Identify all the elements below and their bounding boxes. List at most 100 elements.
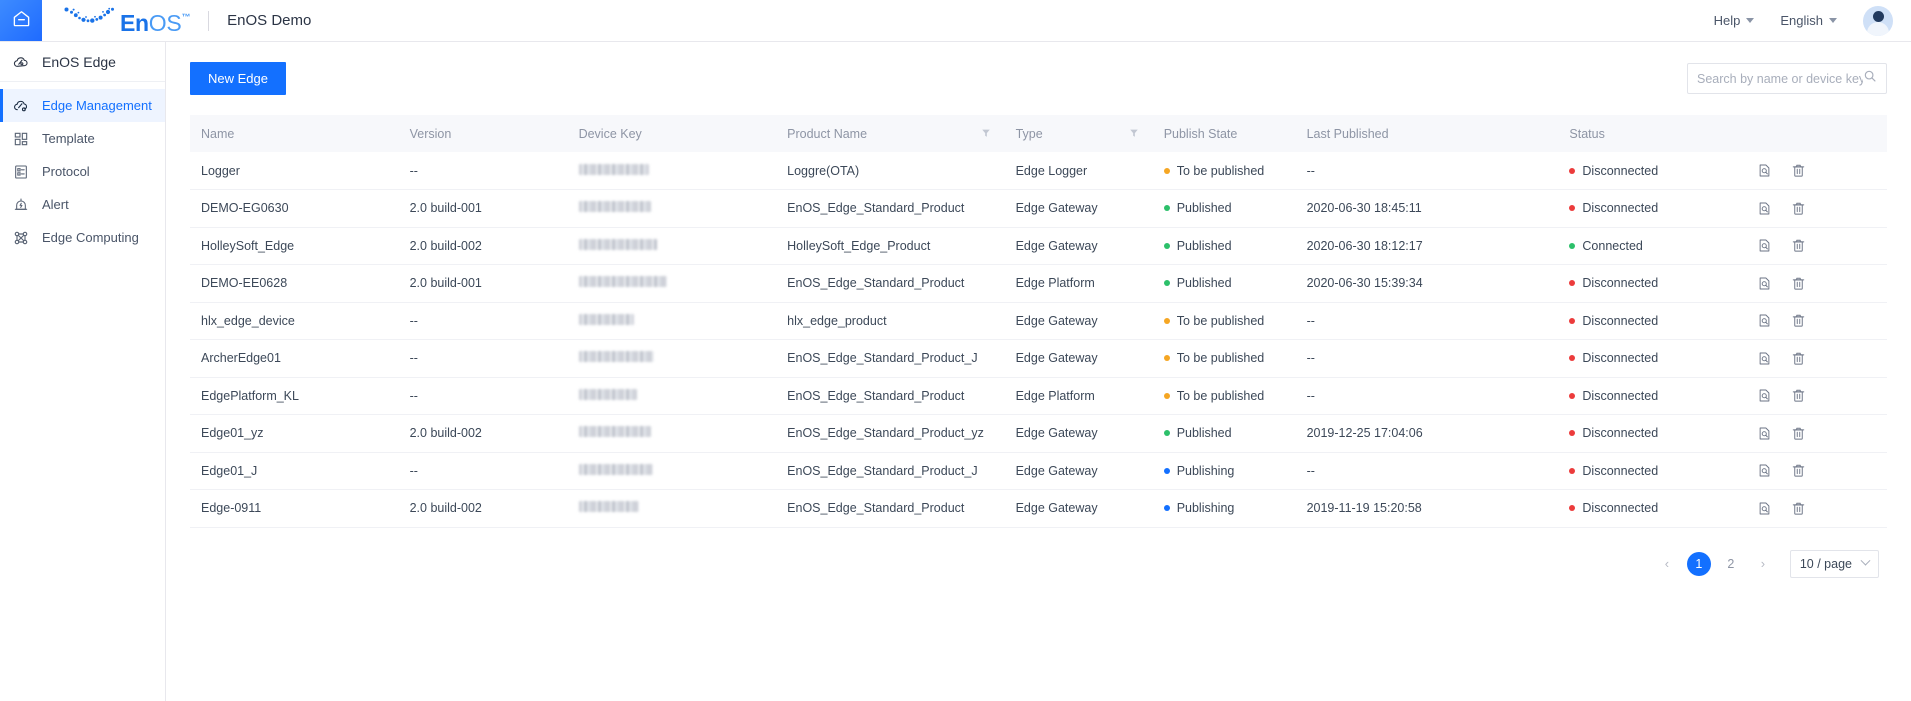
table-header: Name Version Device Key Product Name — [190, 115, 1887, 152]
delete-trash-icon[interactable] — [1791, 426, 1806, 441]
cell-device-key — [568, 340, 777, 378]
column-header-status[interactable]: Status — [1558, 115, 1746, 152]
view-detail-icon[interactable] — [1757, 201, 1772, 216]
edge-computing-icon — [13, 230, 29, 246]
sidebar-item-alert[interactable]: Alert — [0, 188, 165, 221]
top-bar-right: Help English — [1714, 0, 1911, 41]
search-box[interactable] — [1687, 63, 1887, 94]
enos-logo[interactable]: EnOS™ — [64, 7, 190, 35]
cell-actions — [1746, 377, 1887, 415]
view-detail-icon[interactable] — [1757, 276, 1772, 291]
table-row[interactable]: DEMO-EG06302.0 build-001EnOS_Edge_Standa… — [190, 190, 1887, 228]
sidebar-item-edge-management[interactable]: Edge Management — [0, 89, 165, 122]
sidebar-item-protocol[interactable]: Protocol — [0, 155, 165, 188]
cell-publish-state: Published — [1153, 265, 1296, 303]
column-header-name[interactable]: Name — [190, 115, 399, 152]
table-row[interactable]: Edge01_yz2.0 build-002EnOS_Edge_Standard… — [190, 415, 1887, 453]
column-label: Status — [1569, 127, 1604, 141]
pagination-next[interactable]: › — [1751, 552, 1775, 576]
table-row[interactable]: DEMO-EE06282.0 build-001EnOS_Edge_Standa… — [190, 265, 1887, 303]
table-row[interactable]: Edge-09112.0 build-002EnOS_Edge_Standard… — [190, 490, 1887, 528]
home-button[interactable] — [0, 0, 42, 41]
table-row[interactable]: Logger--Loggre(OTA)Edge LoggerTo be publ… — [190, 152, 1887, 190]
cell-actions — [1746, 302, 1887, 340]
publish-state-dot — [1164, 355, 1170, 361]
view-detail-icon[interactable] — [1757, 463, 1772, 478]
table-row[interactable]: hlx_edge_device--hlx_edge_productEdge Ga… — [190, 302, 1887, 340]
cell-publish-state: To be published — [1153, 152, 1296, 190]
sidebar-item-edge-computing[interactable]: Edge Computing — [0, 221, 165, 254]
column-header-product-name[interactable]: Product Name — [776, 115, 1004, 152]
cell-actions — [1746, 415, 1887, 453]
delete-trash-icon[interactable] — [1791, 163, 1806, 178]
filter-funnel-icon[interactable] — [1129, 127, 1139, 141]
device-key-redacted — [579, 389, 637, 400]
delete-trash-icon[interactable] — [1791, 501, 1806, 516]
view-detail-icon[interactable] — [1757, 163, 1772, 178]
view-detail-icon[interactable] — [1757, 313, 1772, 328]
view-detail-icon[interactable] — [1757, 238, 1772, 253]
publish-state-dot — [1164, 468, 1170, 474]
delete-trash-icon[interactable] — [1791, 351, 1806, 366]
filter-funnel-icon[interactable] — [981, 127, 991, 141]
cell-actions — [1746, 490, 1887, 528]
new-edge-button[interactable]: New Edge — [190, 62, 286, 95]
cell-type: Edge Gateway — [1005, 340, 1153, 378]
search-input[interactable] — [1697, 72, 1863, 86]
cell-name: Edge01_J — [190, 452, 399, 490]
view-detail-icon[interactable] — [1757, 351, 1772, 366]
device-key-redacted — [579, 201, 651, 212]
column-header-version[interactable]: Version — [399, 115, 568, 152]
table-row[interactable]: Edge01_J--EnOS_Edge_Standard_Product_JEd… — [190, 452, 1887, 490]
view-detail-icon[interactable] — [1757, 388, 1772, 403]
table-row[interactable]: HolleySoft_Edge2.0 build-002HolleySoft_E… — [190, 227, 1887, 265]
delete-trash-icon[interactable] — [1791, 238, 1806, 253]
logo-text-en: En — [120, 12, 149, 35]
cell-type: Edge Gateway — [1005, 452, 1153, 490]
delete-trash-icon[interactable] — [1791, 313, 1806, 328]
search-icon[interactable] — [1863, 69, 1877, 88]
cell-name: HolleySoft_Edge — [190, 227, 399, 265]
delete-trash-icon[interactable] — [1791, 276, 1806, 291]
column-header-last-published[interactable]: Last Published — [1296, 115, 1559, 152]
delete-trash-icon[interactable] — [1791, 201, 1806, 216]
publish-state-dot — [1164, 393, 1170, 399]
column-header-device-key[interactable]: Device Key — [568, 115, 777, 152]
enos-logo-dots-icon — [64, 7, 116, 33]
cell-product-name: hlx_edge_product — [776, 302, 1004, 340]
top-bar: EnOS™ EnOS Demo Help English — [0, 0, 1911, 42]
cell-name: hlx_edge_device — [190, 302, 399, 340]
pagination-page-1[interactable]: 1 — [1687, 552, 1711, 576]
cell-last-published: 2019-11-19 15:20:58 — [1296, 490, 1559, 528]
cell-version: 2.0 build-001 — [399, 190, 568, 228]
view-detail-icon[interactable] — [1757, 501, 1772, 516]
pagination-prev[interactable]: ‹ — [1655, 552, 1679, 576]
delete-trash-icon[interactable] — [1791, 463, 1806, 478]
edge-table: Name Version Device Key Product Name — [190, 115, 1887, 528]
cell-name: DEMO-EE0628 — [190, 265, 399, 303]
cell-type: Edge Platform — [1005, 265, 1153, 303]
column-label: Version — [410, 127, 452, 141]
sidebar-item-template[interactable]: Template — [0, 122, 165, 155]
page-size-select[interactable]: 10 / page — [1790, 550, 1879, 578]
delete-trash-icon[interactable] — [1791, 388, 1806, 403]
column-header-type[interactable]: Type — [1005, 115, 1153, 152]
cell-device-key — [568, 190, 777, 228]
protocol-list-icon — [13, 164, 29, 180]
cell-version: -- — [399, 377, 568, 415]
cell-product-name: HolleySoft_Edge_Product — [776, 227, 1004, 265]
help-menu[interactable]: Help — [1714, 13, 1755, 28]
column-header-publish-state[interactable]: Publish State — [1153, 115, 1296, 152]
avatar[interactable] — [1863, 6, 1893, 36]
cell-name: Logger — [190, 152, 399, 190]
cell-status: Disconnected — [1558, 340, 1746, 378]
status-dot — [1569, 393, 1575, 399]
cell-actions — [1746, 340, 1887, 378]
cell-device-key — [568, 452, 777, 490]
table-row[interactable]: EdgePlatform_KL--EnOS_Edge_Standard_Prod… — [190, 377, 1887, 415]
table-row[interactable]: ArcherEdge01--EnOS_Edge_Standard_Product… — [190, 340, 1887, 378]
view-detail-icon[interactable] — [1757, 426, 1772, 441]
cell-last-published: -- — [1296, 302, 1559, 340]
language-menu[interactable]: English — [1780, 13, 1837, 28]
pagination-page-2[interactable]: 2 — [1719, 552, 1743, 576]
